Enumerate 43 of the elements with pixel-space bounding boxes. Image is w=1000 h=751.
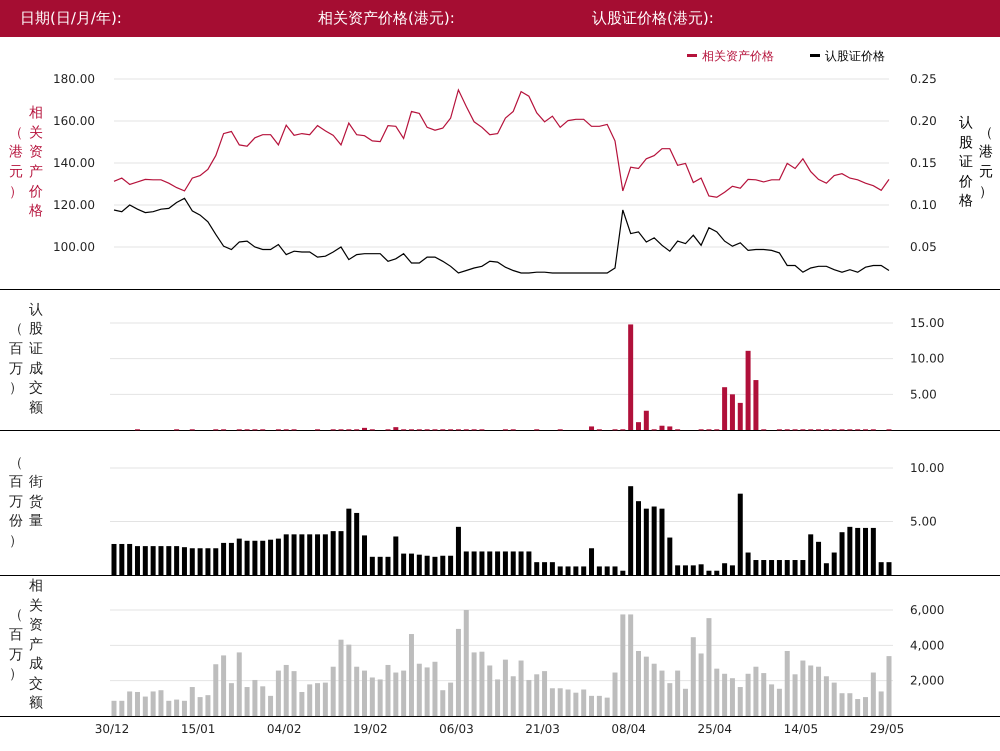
axis-unit: （港元）	[8, 124, 23, 202]
legend-label: 认股证价格	[824, 49, 885, 63]
axis-tick-label: 4,000	[910, 638, 944, 652]
axis-title: 相关资产成交额	[28, 576, 43, 714]
axis-tick-label: 04/02	[266, 722, 302, 736]
axis-unit: （百万）	[8, 320, 23, 398]
legend-label: 相关资产价格	[702, 49, 774, 63]
axis-tick-label: 6,000	[910, 603, 944, 617]
axis-tick-label: 25/04	[697, 722, 732, 736]
axis-tick-label: 08/04	[611, 722, 646, 736]
axis-title: 相关资产价格	[28, 104, 43, 222]
axis-title: 街货量	[28, 473, 43, 532]
axis-unit: （港元）	[979, 124, 994, 202]
axis-tick-label: 0.15	[910, 156, 937, 170]
axis-tick-label: 160.00	[52, 114, 95, 128]
axis-tick-label: 2,000	[910, 674, 944, 688]
header-label: 认股证价格(港元):	[592, 9, 714, 28]
axis-title: 认股证成交额	[28, 300, 43, 418]
axis-tick-label: 0.05	[910, 240, 937, 254]
axis-tick-label: 21/03	[525, 722, 560, 736]
axis-tick-label: 120.00	[52, 198, 95, 212]
axis-tick-label: 19/02	[353, 722, 388, 736]
header-label: 日期(日/月/年):	[20, 9, 123, 28]
axis-tick-label: 100.00	[52, 240, 95, 254]
axis-tick-label: 15.00	[910, 316, 944, 330]
axis-tick-label: 180.00	[52, 72, 95, 86]
axis-tick-label: 14/05	[784, 722, 818, 736]
axis-title: 认股证价格	[959, 114, 974, 212]
axis-tick-label: 5.00	[910, 387, 937, 402]
axis-tick-label: 10.00	[910, 461, 944, 475]
axis-unit: （百万）	[8, 606, 23, 684]
header-label: 相关资产价格(港元):	[318, 9, 456, 28]
axis-tick-label: 0.10	[910, 198, 937, 212]
axis-tick-label: 0.20	[910, 114, 937, 128]
axis-tick-label: 15/01	[180, 722, 216, 736]
axis-tick-label: 5.00	[910, 514, 937, 528]
axis-tick-label: 10.00	[910, 352, 944, 366]
axis-unit: （百万份）	[8, 454, 23, 551]
axis-tick-label: 0.25	[910, 72, 937, 86]
axis-tick-label: 30/12	[94, 722, 130, 736]
axis-tick-label: 06/03	[439, 722, 474, 736]
axis-tick-label: 29/05	[870, 722, 904, 736]
axis-tick-label: 140.00	[52, 156, 95, 170]
